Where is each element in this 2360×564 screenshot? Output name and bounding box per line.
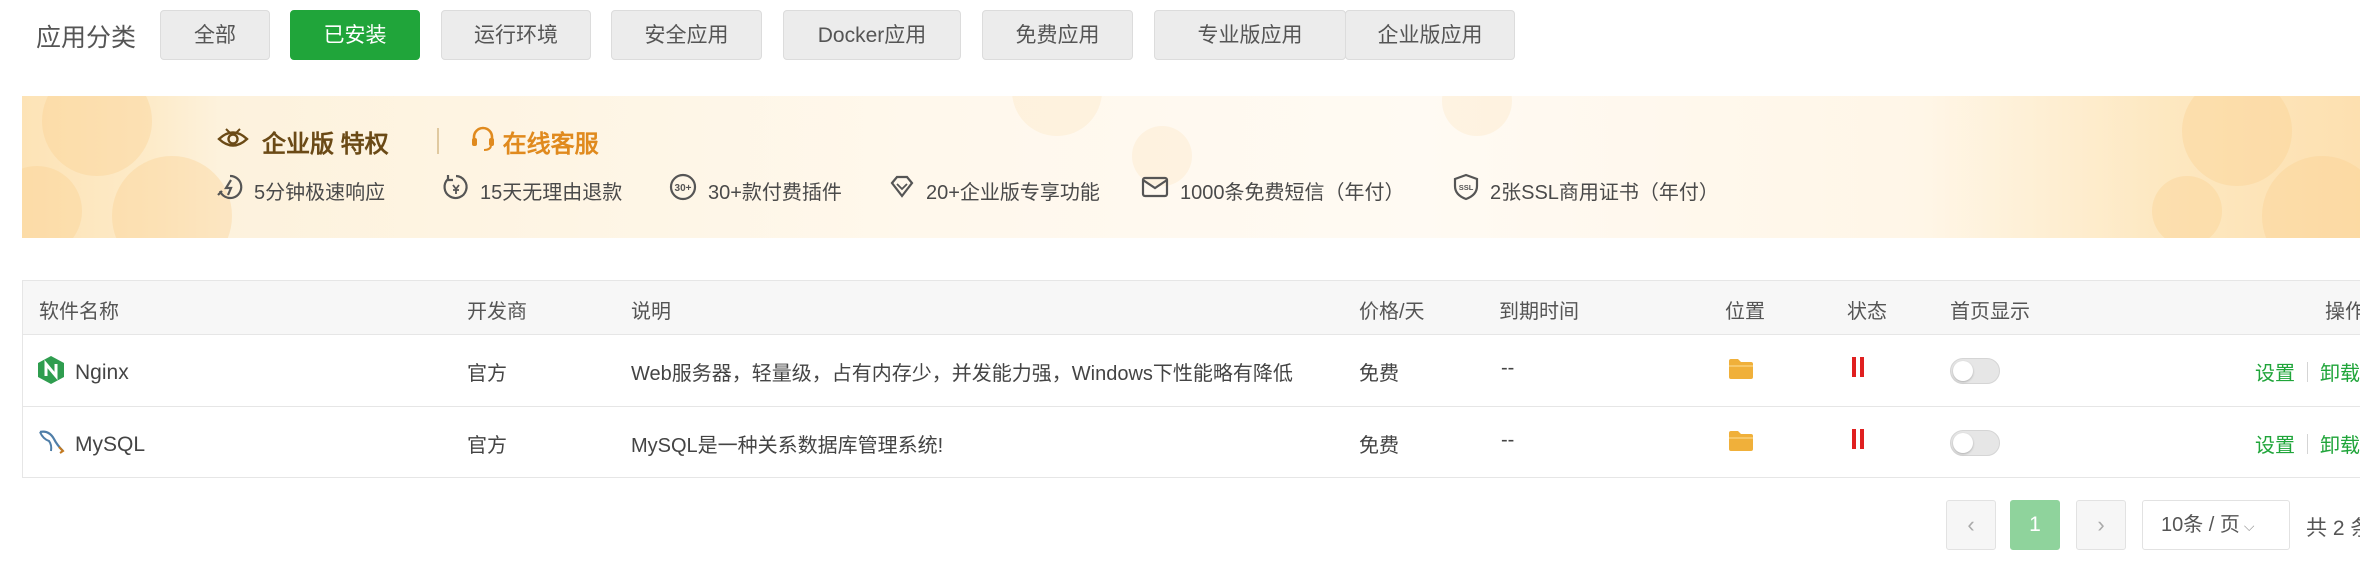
plugin-30-icon: 30+ bbox=[668, 173, 708, 207]
next-page-button[interactable]: › bbox=[2076, 500, 2126, 550]
category-bar: 应用分类 全部 已安装 运行环境 安全应用 Docker应用 免费应用 专业版应… bbox=[0, 0, 2360, 70]
price-cell: 免费 bbox=[1359, 363, 1399, 385]
diamond-icon bbox=[888, 173, 926, 207]
feature-item: 5分钟极速响应 bbox=[216, 174, 385, 206]
table-row: Nginx 官方 Web服务器，轻量级，占有内存少，并发能力强，Windows下… bbox=[23, 335, 2360, 407]
expire-cell: -- bbox=[1501, 357, 1515, 379]
settings-link[interactable]: 设置 bbox=[2255, 357, 2295, 386]
software-table: 软件名称 开发商 说明 价格/天 到期时间 位置 状态 首页显示 操作 Ngin… bbox=[22, 280, 2360, 478]
header-homepage: 首页显示 bbox=[1950, 301, 2030, 323]
page-1-button[interactable]: 1 bbox=[2010, 500, 2060, 550]
homepage-toggle[interactable] bbox=[1950, 430, 2000, 456]
svg-text:30+: 30+ bbox=[675, 183, 692, 194]
header-actions: 操作 bbox=[2325, 301, 2360, 323]
feature-item: 15天无理由退款 bbox=[442, 174, 622, 206]
uninstall-link[interactable]: 卸载 bbox=[2320, 357, 2360, 386]
refund-icon bbox=[442, 173, 480, 207]
folder-icon[interactable] bbox=[1727, 357, 1755, 386]
crown-eye-icon bbox=[216, 126, 250, 157]
toggle-knob bbox=[1953, 361, 1973, 381]
header-developer: 开发商 bbox=[467, 301, 527, 323]
app-name-cell: Nginx bbox=[37, 355, 129, 391]
table-row: MySQL 官方 MySQL是一种关系数据库管理系统! 免费 -- 设置 卸载 bbox=[23, 407, 2360, 479]
header-location: 位置 bbox=[1725, 301, 1765, 323]
nginx-icon bbox=[37, 355, 75, 391]
running-status-icon[interactable] bbox=[1850, 427, 1866, 456]
enterprise-banner: 企业版 特权 在线客服 5分钟极速响应 15天无理由退款 30+ 30+款付费插… bbox=[22, 96, 2360, 238]
category-all-button[interactable]: 全部 bbox=[160, 10, 270, 60]
fast-response-icon bbox=[216, 173, 254, 207]
header-description: 说明 bbox=[631, 301, 671, 323]
category-enterprise-button[interactable]: 企业版应用 bbox=[1345, 10, 1515, 60]
category-installed-button[interactable]: 已安装 bbox=[290, 10, 420, 60]
actions-cell: 设置 卸载 bbox=[2255, 357, 2360, 386]
developer-cell: 官方 bbox=[467, 435, 507, 457]
header-name: 软件名称 bbox=[39, 301, 119, 323]
price-cell: 免费 bbox=[1359, 435, 1399, 457]
svg-text:SSL: SSL bbox=[1459, 183, 1474, 192]
developer-cell: 官方 bbox=[467, 363, 507, 385]
online-service-link[interactable]: 在线客服 bbox=[503, 124, 599, 159]
header-expire: 到期时间 bbox=[1499, 301, 1579, 323]
feature-item: SSL 2张SSL商用证书（年付） bbox=[1452, 173, 1719, 207]
action-separator bbox=[2307, 433, 2308, 454]
category-docker-button[interactable]: Docker应用 bbox=[783, 10, 961, 60]
homepage-toggle[interactable] bbox=[1950, 358, 2000, 384]
feature-item: 1000条免费短信（年付） bbox=[1140, 174, 1405, 206]
page-size-value: 10条 / 页 bbox=[2161, 514, 2240, 536]
prev-page-button[interactable]: ‹ bbox=[1946, 500, 1996, 550]
header-price: 价格/天 bbox=[1359, 301, 1425, 323]
category-label: 应用分类 bbox=[36, 24, 137, 52]
app-name: Nginx bbox=[75, 361, 129, 384]
running-status-icon[interactable] bbox=[1850, 355, 1866, 384]
toggle-knob bbox=[1953, 433, 1973, 453]
feature-item: 30+ 30+款付费插件 bbox=[668, 173, 842, 207]
mail-icon bbox=[1140, 173, 1180, 207]
feature-item: 20+企业版专享功能 bbox=[888, 174, 1100, 206]
category-runtime-button[interactable]: 运行环境 bbox=[441, 10, 591, 60]
action-separator bbox=[2307, 361, 2308, 382]
app-name: MySQL bbox=[75, 433, 146, 456]
banner-title: 企业版 特权 bbox=[262, 130, 389, 158]
banner-divider bbox=[436, 128, 439, 154]
description-cell: MySQL是一种关系数据库管理系统! bbox=[631, 435, 944, 457]
category-security-button[interactable]: 安全应用 bbox=[611, 10, 762, 60]
expire-cell: -- bbox=[1501, 429, 1515, 451]
category-pro-button[interactable]: 专业版应用 bbox=[1154, 10, 1346, 60]
headset-icon bbox=[469, 126, 497, 157]
chevron-down-icon: ⌵ bbox=[2243, 518, 2255, 534]
banner-title-row: 企业版 特权 在线客服 bbox=[216, 124, 599, 159]
total-count: 共 2 条 bbox=[2306, 517, 2360, 540]
ssl-shield-icon: SSL bbox=[1452, 173, 1490, 207]
uninstall-link[interactable]: 卸载 bbox=[2320, 429, 2360, 458]
page-size-select[interactable]: 10条 / 页 ⌵ bbox=[2142, 500, 2290, 550]
header-status: 状态 bbox=[1847, 301, 1887, 323]
description-cell: Web服务器，轻量级，占有内存少，并发能力强，Windows下性能略有降低 bbox=[631, 363, 1293, 385]
app-name-cell: MySQL bbox=[37, 427, 145, 463]
actions-cell: 设置 卸载 bbox=[2255, 429, 2360, 458]
mysql-icon bbox=[37, 427, 75, 463]
folder-icon[interactable] bbox=[1727, 429, 1755, 458]
category-free-button[interactable]: 免费应用 bbox=[982, 10, 1133, 60]
table-header: 软件名称 开发商 说明 价格/天 到期时间 位置 状态 首页显示 操作 bbox=[23, 281, 2360, 335]
settings-link[interactable]: 设置 bbox=[2255, 429, 2295, 458]
